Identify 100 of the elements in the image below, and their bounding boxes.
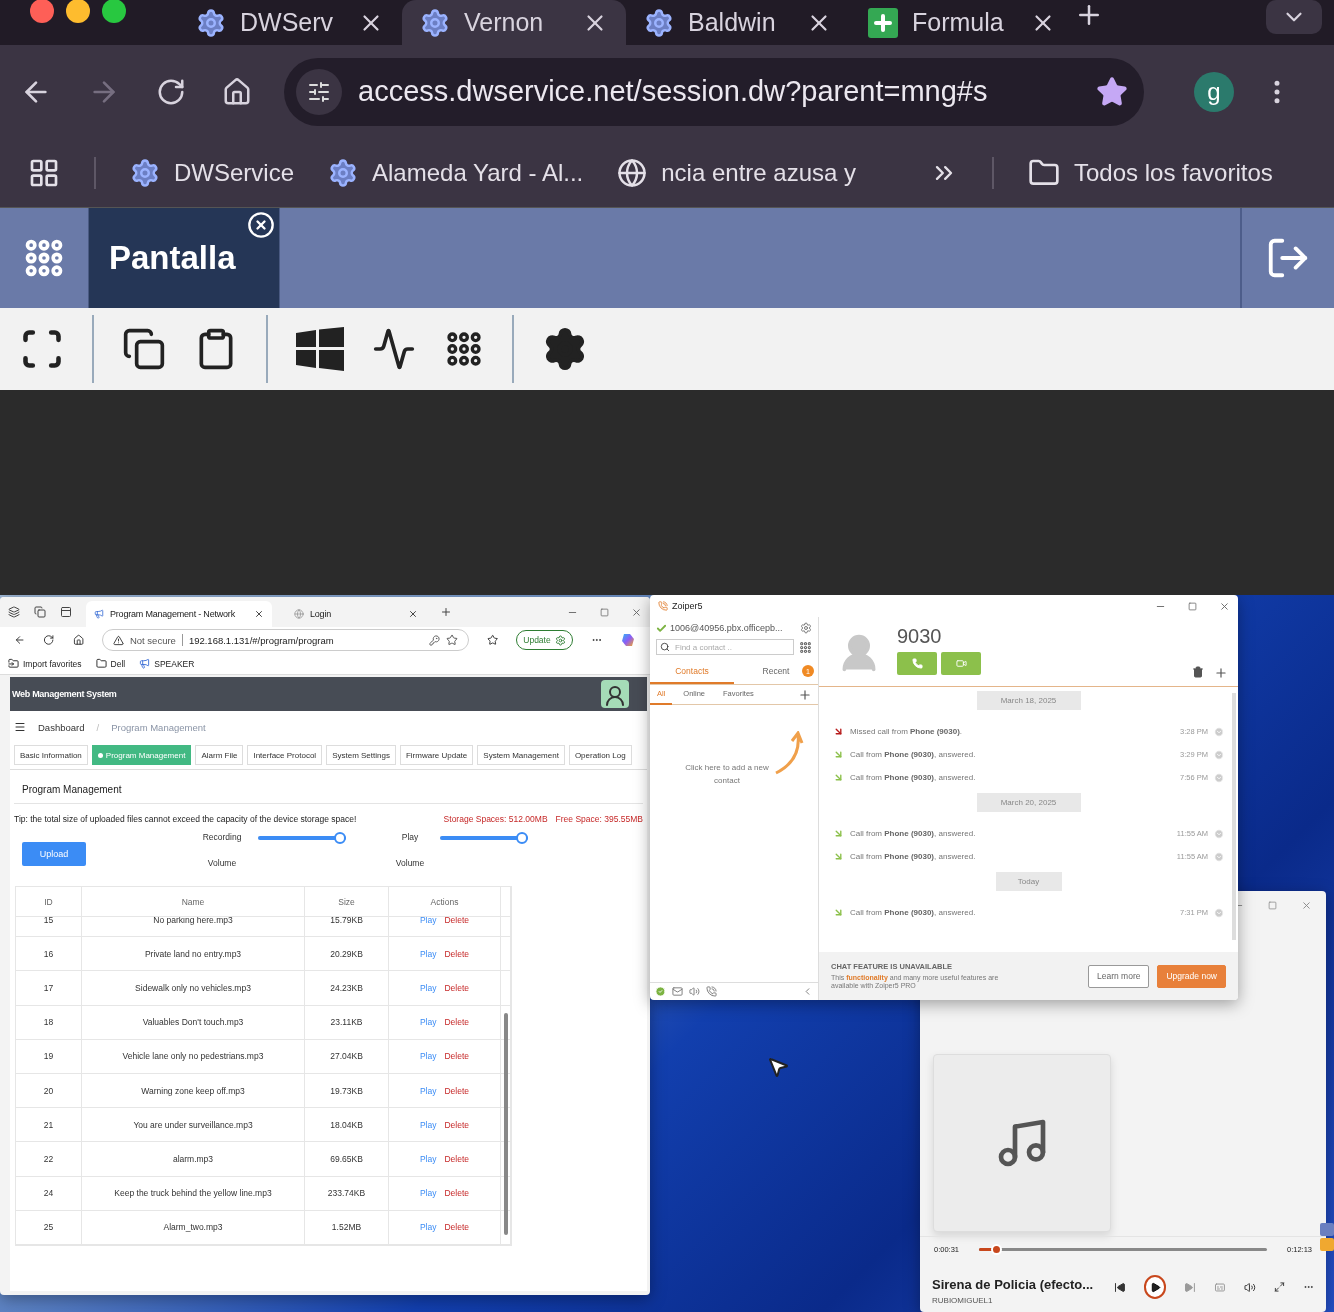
nav-tab[interactable]: Interface Protocol [247, 745, 323, 765]
bookmark[interactable]: DWService [130, 157, 294, 188]
trash-icon[interactable] [1192, 666, 1204, 678]
update-button[interactable]: Update [516, 630, 573, 650]
user-avatar[interactable] [601, 680, 629, 708]
address-bar[interactable]: Not secure 192.168.1.131/#/program/program [101, 629, 469, 651]
learn-more-button[interactable]: Learn more [1087, 964, 1150, 988]
favorite-link[interactable]: Import favorites [8, 658, 82, 669]
browser-tab[interactable]: Vernon [402, 0, 626, 45]
mini-player-icon[interactable] [1274, 1281, 1286, 1293]
play-link[interactable]: Play [419, 1222, 437, 1233]
browser-tab[interactable]: Baldwin [626, 0, 850, 45]
next-icon[interactable] [1184, 1280, 1197, 1294]
close-icon[interactable] [254, 609, 264, 619]
minimize-window-button[interactable] [66, 0, 90, 23]
search-field[interactable]: Find a contact .. [656, 639, 794, 655]
favorite-link[interactable]: SPEAKER [139, 658, 195, 669]
session-tab[interactable]: Pantalla [88, 208, 280, 308]
delete-link[interactable]: Delete [444, 917, 470, 925]
delete-link[interactable]: Delete [444, 1085, 470, 1096]
table-cell: Private land no entry.mp3 [82, 937, 305, 971]
phone-icon[interactable] [706, 986, 717, 997]
play-link[interactable]: Play [419, 1017, 437, 1028]
add-icon[interactable] [798, 687, 812, 702]
play-link[interactable]: Play [419, 1188, 437, 1199]
fullscreen-icon[interactable] [20, 327, 64, 371]
hint-text[interactable]: Click here to add a new contact [682, 761, 772, 787]
delete-link[interactable]: Delete [444, 1153, 470, 1164]
play-link[interactable]: Play [419, 982, 437, 993]
delete-link[interactable]: Delete [444, 1222, 470, 1233]
maximize-icon[interactable] [1188, 601, 1197, 611]
delete-link[interactable]: Delete [444, 948, 470, 959]
nav-tab[interactable]: Firmware Update [399, 745, 474, 765]
previous-icon[interactable] [1114, 1280, 1127, 1294]
delete-link[interactable]: Delete [444, 982, 470, 993]
progress-thumb[interactable] [991, 1244, 1003, 1255]
key-icon[interactable] [428, 634, 440, 646]
bookmark[interactable]: Alameda Yard - Al... [328, 157, 584, 188]
play-button[interactable] [1144, 1275, 1167, 1299]
dialpad-icon[interactable] [799, 640, 812, 654]
close-window-button[interactable] [30, 0, 54, 23]
play-link[interactable]: Play [419, 1085, 437, 1096]
reload-icon[interactable] [43, 634, 55, 646]
activity-icon[interactable] [372, 327, 416, 371]
delete-link[interactable]: Delete [444, 1017, 470, 1028]
nav-tab[interactable]: Operation Log [568, 745, 632, 765]
delete-link[interactable]: Delete [444, 1051, 470, 1062]
play-link[interactable]: Play [419, 1119, 437, 1130]
windows-logo-icon[interactable] [296, 327, 344, 371]
volume-slider[interactable] [440, 832, 528, 844]
nav-tab[interactable]: System Management [477, 745, 565, 765]
play-link[interactable]: Play [419, 917, 437, 925]
bookmark[interactable]: ncia entre azusa y [617, 157, 856, 188]
breadcrumb-link[interactable]: Dashboard [38, 721, 85, 733]
home-icon[interactable] [72, 634, 84, 646]
nav-tab[interactable]: Alarm File [195, 745, 244, 765]
copy-icon[interactable] [122, 327, 166, 371]
close-icon[interactable] [247, 211, 275, 239]
slider-thumb[interactable] [334, 832, 346, 844]
slider-thumb[interactable] [516, 832, 528, 844]
table-cell: Sidewalk only no vehicles.mp3 [82, 971, 305, 1005]
mail-icon[interactable] [672, 986, 683, 997]
site-settings-icon[interactable] [296, 68, 342, 115]
profile-avatar[interactable]: g [1194, 71, 1234, 112]
add-icon[interactable] [1214, 666, 1228, 680]
browser-tab[interactable]: Login [286, 601, 426, 627]
speaker-icon[interactable] [689, 986, 700, 997]
tab-search-button[interactable] [1266, 0, 1322, 34]
favorite-link[interactable]: Dell [95, 658, 126, 669]
tab-actions-icon[interactable] [60, 606, 72, 618]
delete-link[interactable]: Delete [444, 1119, 470, 1130]
address-bar[interactable]: access.dwservice.net/session.dw?parent=mng#s [284, 57, 1144, 126]
close-icon[interactable] [408, 609, 418, 619]
all-bookmarks-folder[interactable]: Todos los favoritos [1028, 156, 1273, 189]
zoom-window-button[interactable] [102, 0, 126, 23]
keypad-icon[interactable] [444, 329, 484, 369]
volume-icon[interactable] [1244, 1280, 1257, 1294]
play-link[interactable]: Play [419, 1153, 437, 1164]
volume-slider[interactable] [258, 832, 346, 844]
star-icon[interactable] [445, 634, 458, 646]
menu-icon[interactable] [14, 721, 26, 733]
table-cell: 17 [16, 971, 82, 1005]
table-cell: Vehicle lane only no pedestrians.mp3 [82, 1039, 305, 1073]
delete-link[interactable]: Delete [444, 1188, 470, 1199]
favorites-icon[interactable] [486, 634, 499, 646]
browser-tab[interactable]: Program Management - Network [86, 601, 272, 627]
nav-tab[interactable]: Basic Information [14, 745, 88, 765]
home-icon[interactable] [222, 76, 252, 107]
globe-icon [617, 157, 648, 188]
nav-tab[interactable]: System Settings [326, 745, 396, 765]
table-cell: 19.73KB [305, 1073, 389, 1108]
play-link[interactable]: Play [419, 948, 437, 959]
workspaces-icon[interactable] [34, 606, 46, 618]
star-icon[interactable] [1096, 75, 1128, 108]
browser-tab[interactable]: Formula [850, 0, 1074, 45]
scrollbar[interactable] [1232, 693, 1236, 940]
browser-tab[interactable]: DWServ [178, 0, 402, 45]
back-icon[interactable] [14, 634, 26, 646]
play-link[interactable]: Play [419, 1051, 437, 1062]
upload-button[interactable]: Upload [22, 842, 86, 866]
